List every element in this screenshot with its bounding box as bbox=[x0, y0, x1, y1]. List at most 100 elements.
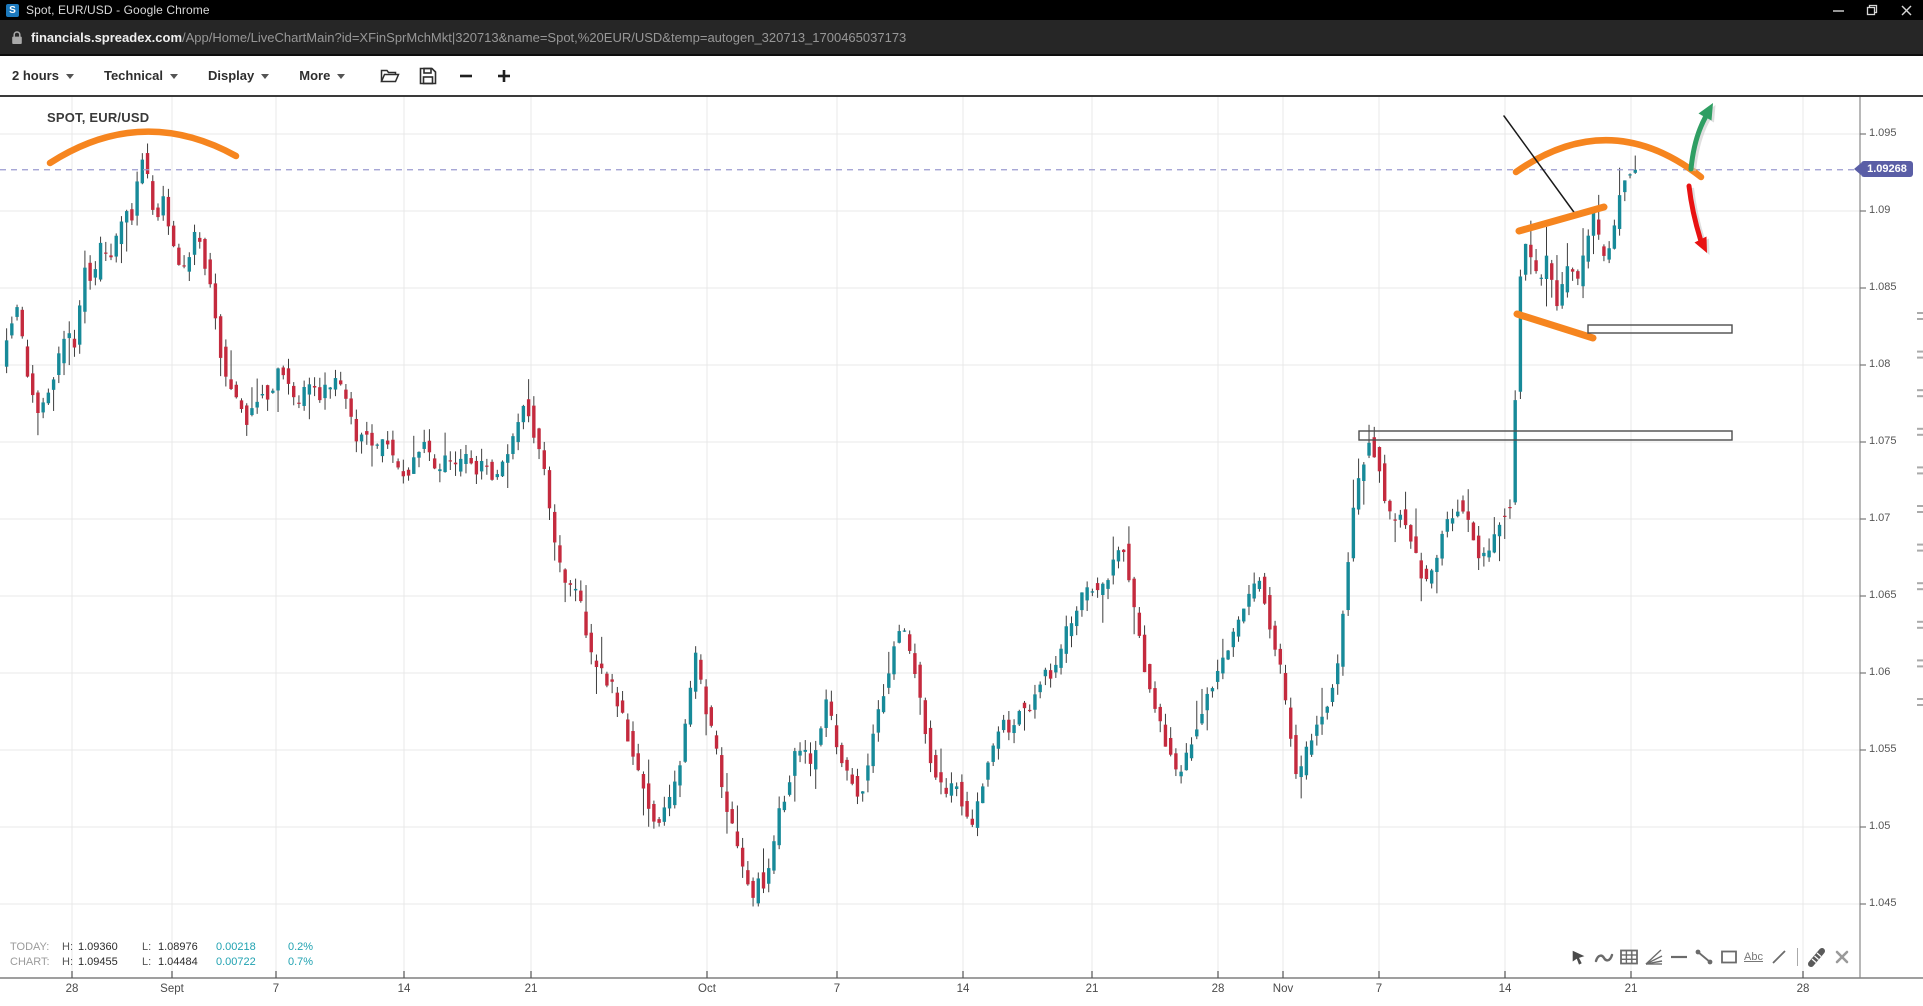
trend-line-tool[interactable] bbox=[1693, 946, 1714, 968]
today-stats-row: TODAY: H: 1.09360 L: 1.08976 0.00218 0.2… bbox=[10, 940, 328, 955]
date-axis-label: 7 bbox=[273, 983, 279, 995]
zoom-in-button[interactable] bbox=[493, 65, 515, 87]
date-axis-label: 21 bbox=[525, 983, 538, 995]
scenario-down-arrow[interactable] bbox=[1689, 186, 1710, 255]
date-axis-label: 28 bbox=[1797, 983, 1810, 995]
current-price-badge: 1.09268 bbox=[1861, 161, 1913, 177]
open-folder-icon bbox=[380, 67, 400, 85]
date-axis-label: 14 bbox=[1499, 983, 1512, 995]
chevron-down-icon bbox=[170, 74, 178, 79]
browser-window: S Spot, EUR/USD - Google Chrome financia… bbox=[0, 0, 1923, 1006]
price-axis-label: 1.065 bbox=[1869, 589, 1897, 601]
window-title: Spot, EUR/USD - Google Chrome bbox=[26, 3, 210, 17]
annotations bbox=[50, 103, 1732, 440]
price-axis-label: 1.07 bbox=[1869, 512, 1890, 524]
price-axis-label: 1.09 bbox=[1869, 204, 1890, 216]
address-bar[interactable]: financials.spreadex.com/App/Home/LiveCha… bbox=[0, 20, 1923, 56]
fan-lines-icon bbox=[1644, 948, 1664, 966]
curve-tool[interactable] bbox=[1593, 946, 1614, 968]
fan-lines-tool[interactable] bbox=[1643, 946, 1664, 968]
chart-change-percent: 0.7% bbox=[288, 955, 328, 970]
pencil-icon bbox=[1807, 947, 1827, 967]
chevron-down-icon bbox=[66, 74, 74, 79]
candlestick-series bbox=[5, 144, 1637, 907]
today-label: TODAY: bbox=[10, 940, 62, 955]
session-stats: TODAY: H: 1.09360 L: 1.08976 0.00218 0.2… bbox=[10, 940, 328, 970]
date-axis-label: 7 bbox=[1376, 983, 1382, 995]
gridlines bbox=[0, 97, 1860, 978]
url-text: financials.spreadex.com/App/Home/LiveCha… bbox=[31, 30, 906, 45]
date-axis-label: 14 bbox=[957, 983, 970, 995]
trend-segment-lower[interactable] bbox=[1517, 314, 1593, 338]
more-dropdown[interactable]: More bbox=[299, 68, 345, 83]
delete-tool[interactable] bbox=[1831, 946, 1852, 968]
price-axis-label: 1.095 bbox=[1869, 127, 1897, 139]
zoom-in-icon bbox=[496, 68, 512, 84]
rounding-top-left[interactable] bbox=[50, 132, 236, 163]
chart-low-label: L: bbox=[142, 955, 158, 970]
chart-canvas[interactable] bbox=[0, 95, 1923, 1006]
text-tool[interactable]: Abc bbox=[1743, 946, 1764, 968]
cursor-arrow-tool[interactable] bbox=[1568, 946, 1589, 968]
restore-button[interactable] bbox=[1855, 0, 1889, 20]
cursor-arrow-icon bbox=[1570, 948, 1588, 966]
scenario-up-arrow[interactable] bbox=[1691, 103, 1716, 171]
spreadex-logo-icon: S bbox=[6, 4, 19, 17]
rectangle-icon bbox=[1719, 948, 1739, 966]
price-axis-label: 1.06 bbox=[1869, 666, 1890, 678]
date-axis-label: 21 bbox=[1625, 983, 1638, 995]
date-axis-label: 7 bbox=[834, 983, 840, 995]
open-chart-button[interactable] bbox=[379, 65, 401, 87]
today-low-label: L: bbox=[142, 940, 158, 955]
save-chart-button[interactable] bbox=[417, 65, 439, 87]
rectangle-tool[interactable] bbox=[1718, 946, 1739, 968]
close-button[interactable] bbox=[1889, 0, 1923, 20]
zoom-out-button[interactable] bbox=[455, 65, 477, 87]
chart-label: CHART: bbox=[10, 955, 62, 970]
pencil-tool[interactable] bbox=[1806, 946, 1827, 968]
toolbar-divider bbox=[1797, 948, 1798, 966]
date-axis-label: Oct bbox=[698, 983, 716, 995]
today-high-value: 1.09360 bbox=[78, 940, 130, 955]
resistance-box-lower[interactable] bbox=[1359, 431, 1732, 440]
chart-top-border bbox=[0, 95, 1923, 97]
today-change-value: 0.00218 bbox=[216, 940, 272, 955]
today-high-label: H: bbox=[62, 940, 78, 955]
date-axis-label: Nov bbox=[1273, 983, 1293, 995]
price-axis-label: 1.045 bbox=[1869, 897, 1897, 909]
chevron-down-icon bbox=[261, 74, 269, 79]
lock-icon bbox=[11, 30, 23, 45]
price-axis-label: 1.08 bbox=[1869, 358, 1890, 370]
url-domain: financials.spreadex.com bbox=[31, 30, 182, 45]
chart-low-value: 1.04484 bbox=[158, 955, 210, 970]
date-axis-label: Sept bbox=[160, 983, 184, 995]
date-axis-label: 21 bbox=[1086, 983, 1099, 995]
date-axis-label: 14 bbox=[398, 983, 411, 995]
today-low-value: 1.08976 bbox=[158, 940, 210, 955]
technical-dropdown-label: Technical bbox=[104, 68, 163, 83]
diagonal-line-tool[interactable] bbox=[1768, 946, 1789, 968]
chart-toolbar: 2 hours Technical Display More bbox=[0, 56, 1923, 95]
pointer-line[interactable] bbox=[1504, 116, 1576, 215]
chevron-down-icon bbox=[337, 74, 345, 79]
interval-dropdown-label: 2 hours bbox=[12, 68, 59, 83]
restore-icon bbox=[1866, 4, 1878, 16]
grid-tool[interactable] bbox=[1618, 946, 1639, 968]
minimize-button[interactable] bbox=[1821, 0, 1855, 20]
drawing-toolbar: Abc bbox=[1568, 946, 1856, 968]
title-bar: S Spot, EUR/USD - Google Chrome bbox=[0, 0, 1923, 20]
display-dropdown-label: Display bbox=[208, 68, 254, 83]
resistance-box-upper[interactable] bbox=[1588, 325, 1732, 333]
price-axis-label: 1.055 bbox=[1869, 743, 1897, 755]
display-dropdown[interactable]: Display bbox=[208, 68, 269, 83]
price-axis-label: 1.05 bbox=[1869, 820, 1890, 832]
curve-icon bbox=[1594, 948, 1614, 966]
chart-high-label: H: bbox=[62, 955, 78, 970]
interval-dropdown[interactable]: 2 hours bbox=[12, 68, 74, 83]
chart-change-value: 0.00722 bbox=[216, 955, 272, 970]
technical-dropdown[interactable]: Technical bbox=[104, 68, 178, 83]
date-axis-label: 28 bbox=[66, 983, 79, 995]
horizontal-line-tool[interactable] bbox=[1668, 946, 1689, 968]
save-icon bbox=[419, 67, 437, 85]
chart-symbol-title: SPOT, EUR/USD bbox=[47, 110, 149, 125]
